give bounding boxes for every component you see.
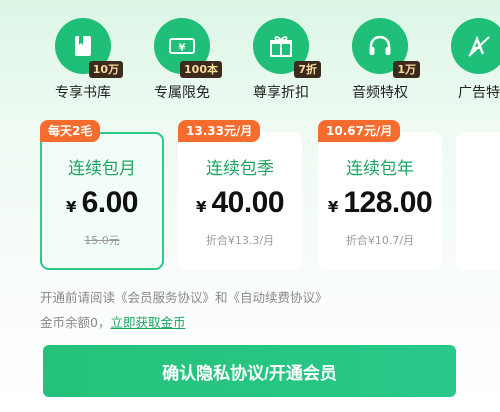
agreement-prefix: 开通前请阅读 [40, 290, 116, 305]
benefit-adfree[interactable]: 广告特 [437, 18, 500, 102]
plan-price: ¥ 128.00 [320, 186, 440, 220]
plan-card-quarterly[interactable]: 13.33元/月 连续包季 ¥ 40.00 折合¥13.3/月 [178, 120, 302, 270]
plan-currency: ¥ [66, 198, 77, 216]
plan-monthly-equivalent: 折合¥10.7/月 [345, 234, 415, 247]
benefit-label: 专属限免 [154, 85, 210, 101]
benefit-circle: ¥ 100本 [154, 18, 222, 78]
agreement-notice: 开通前请阅读《会员服务协议》和《自动续费协议》 [40, 287, 328, 306]
auto-renew-agreement-link[interactable]: 《自动续费协议》 [228, 290, 328, 305]
benefit-label: 音频特权 [352, 85, 408, 101]
plan-badge: 每天2毛 [40, 120, 101, 142]
benefits-row: 10万 专享书库 ¥ 100本 专属限免 7折 尊享折扣 1万 音频特权 广告特 [0, 0, 500, 110]
benefit-library[interactable]: 10万 专享书库 [41, 18, 125, 102]
benefit-discount[interactable]: 7折 尊享折扣 [239, 18, 323, 102]
benefit-free[interactable]: ¥ 100本 专属限免 [140, 18, 224, 102]
plan-card-yearly[interactable]: 10.67元/月 连续包年 ¥ 128.00 折合¥10.7/月 [318, 120, 442, 270]
plan-price-value: 128.00 [343, 186, 433, 219]
benefit-circle: 7折 [253, 18, 321, 78]
benefit-tag: 10万 [88, 61, 123, 78]
plan-price: ¥ 40.00 [180, 186, 300, 220]
book-icon [75, 36, 91, 56]
plan-list: 每天2毛 连续包月 ¥ 6.00 15.0元 13.33元/月 连续包季 ¥ 4… [0, 118, 500, 273]
svg-text:¥: ¥ [179, 43, 186, 54]
gift-box-icon [270, 36, 292, 57]
coin-balance: 金币余额0，立即获取金币 [40, 312, 185, 331]
headphones-icon [369, 35, 391, 55]
benefit-tag: 7折 [294, 61, 321, 78]
plan-price-value: 6.00 [81, 186, 139, 219]
plan-card-monthly[interactable]: 每天2毛 连续包月 ¥ 6.00 15.0元 [40, 120, 164, 270]
benefit-label: 专享书库 [55, 85, 111, 101]
get-coins-link[interactable]: 立即获取金币 [110, 315, 185, 330]
plan-name: 连续包月 [68, 159, 136, 179]
plan-price: ¥ 6.00 [42, 186, 162, 220]
plan-currency: ¥ [327, 198, 339, 216]
benefit-circle: 1万 [352, 18, 420, 78]
plan-badge: 10.67元/月 [318, 120, 401, 142]
service-agreement-link[interactable]: 《会员服务协议》 [115, 290, 215, 305]
ad-free-icon [468, 35, 490, 57]
plan-name: 连续包年 [346, 159, 414, 179]
plan-currency: ¥ [195, 198, 207, 216]
plan-monthly-equivalent: 折合¥13.3/月 [205, 234, 275, 247]
benefit-label: 广告特 [458, 85, 500, 101]
benefit-tag: 100本 [180, 61, 222, 78]
plan-card-partial[interactable] [456, 132, 500, 270]
agreement-and: 和 [215, 290, 228, 305]
confirm-subscribe-button[interactable]: 确认隐私协议/开通会员 [43, 345, 456, 397]
benefit-label: 尊享折扣 [253, 85, 309, 101]
ticket-yen-icon: ¥ [169, 38, 195, 54]
benefit-circle: 10万 [55, 18, 123, 78]
benefit-circle [451, 18, 500, 74]
plan-original-price: 15.0元 [84, 234, 120, 247]
plan-price-value: 40.00 [211, 186, 285, 219]
benefit-tag: 1万 [393, 61, 420, 78]
plan-name: 连续包季 [206, 159, 274, 179]
plan-badge: 13.33元/月 [178, 120, 261, 142]
benefit-audio[interactable]: 1万 音频特权 [338, 18, 422, 102]
coin-balance-text: 金币余额0， [40, 315, 111, 330]
